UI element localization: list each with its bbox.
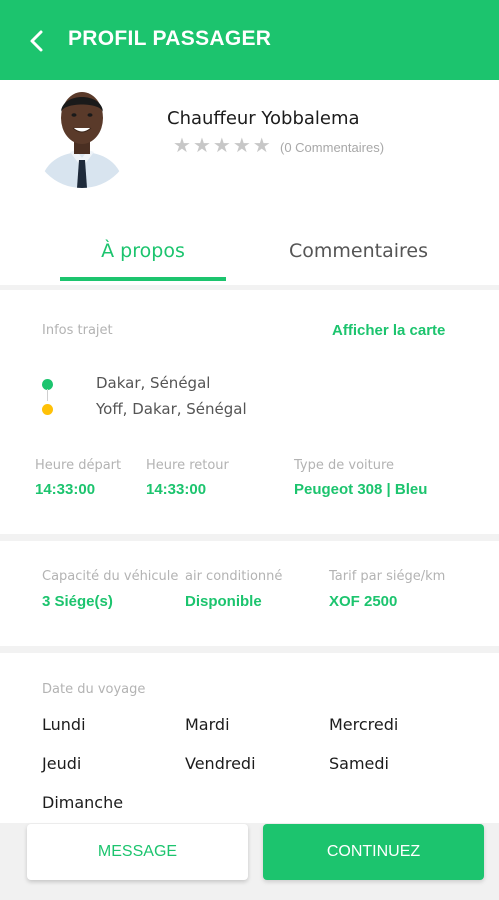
day-item: Jeudi	[42, 754, 82, 773]
route-end-dot	[42, 404, 53, 415]
tab-about[interactable]: À propos	[60, 240, 226, 280]
departure-time-label: Heure départ	[35, 458, 122, 473]
car-type-label: Type de voiture	[294, 458, 395, 473]
route-to: Yoff, Dakar, Sénégal	[96, 400, 247, 418]
vehicle-info-card: Capacité du véhicule 3 Siége(s) air cond…	[0, 541, 499, 646]
star-icon: ★	[212, 135, 231, 157]
travel-days-card: Date du voyage Lundi Mardi Mercredi Jeud…	[0, 653, 499, 823]
active-tab-indicator	[60, 277, 226, 281]
bottom-action-bar: MESSAGE CONTINUEZ	[0, 823, 499, 900]
car-type-value: Peugeot 308 | Bleu	[294, 481, 428, 498]
arrow-left-icon[interactable]	[24, 28, 50, 54]
day-item: Mardi	[185, 715, 230, 734]
star-icon: ★	[232, 135, 251, 157]
message-button[interactable]: MESSAGE	[27, 824, 248, 880]
capacity-value: 3 Siége(s)	[42, 593, 113, 610]
show-map-link[interactable]: Afficher la carte	[332, 322, 445, 339]
driver-photo	[32, 80, 132, 188]
day-item: Samedi	[329, 754, 389, 773]
price-label: Tarif par siége/km	[329, 569, 446, 584]
app-header: PROFIL PASSAGER	[0, 0, 499, 80]
route-line	[47, 389, 48, 401]
continue-button[interactable]: CONTINUEZ	[263, 824, 484, 880]
return-time-value: 14:33:00	[146, 481, 207, 498]
avatar	[32, 80, 132, 188]
driver-name: Chauffeur Yobbalema	[167, 108, 360, 129]
travel-date-label: Date du voyage	[42, 682, 146, 697]
page-title: PROFIL PASSAGER	[68, 27, 272, 50]
price-value: XOF 2500	[329, 593, 398, 610]
day-item: Dimanche	[42, 793, 124, 812]
trip-info-label: Infos trajet	[42, 323, 113, 338]
trip-info-card: Infos trajet Afficher la carte Dakar, Sé…	[0, 290, 499, 534]
rating-stars: ★ ★ ★ ★ ★	[173, 136, 271, 156]
day-item: Vendredi	[185, 754, 256, 773]
tab-comments[interactable]: Commentaires	[266, 240, 451, 280]
star-icon: ★	[173, 135, 191, 157]
profile-section: Chauffeur Yobbalema ★ ★ ★ ★ ★ (0 Comment…	[0, 80, 499, 285]
star-icon: ★	[252, 135, 271, 157]
ac-label: air conditionné	[185, 569, 283, 584]
capacity-label: Capacité du véhicule	[42, 569, 179, 584]
day-item: Mercredi	[329, 715, 399, 734]
reviews-count: (0 Commentaires)	[280, 140, 385, 155]
ac-value: Disponible	[185, 593, 262, 610]
departure-time-value: 14:33:00	[35, 481, 96, 498]
return-time-label: Heure retour	[146, 458, 229, 473]
day-item: Lundi	[42, 715, 86, 734]
star-icon: ★	[192, 135, 211, 157]
route-from: Dakar, Sénégal	[96, 374, 211, 392]
